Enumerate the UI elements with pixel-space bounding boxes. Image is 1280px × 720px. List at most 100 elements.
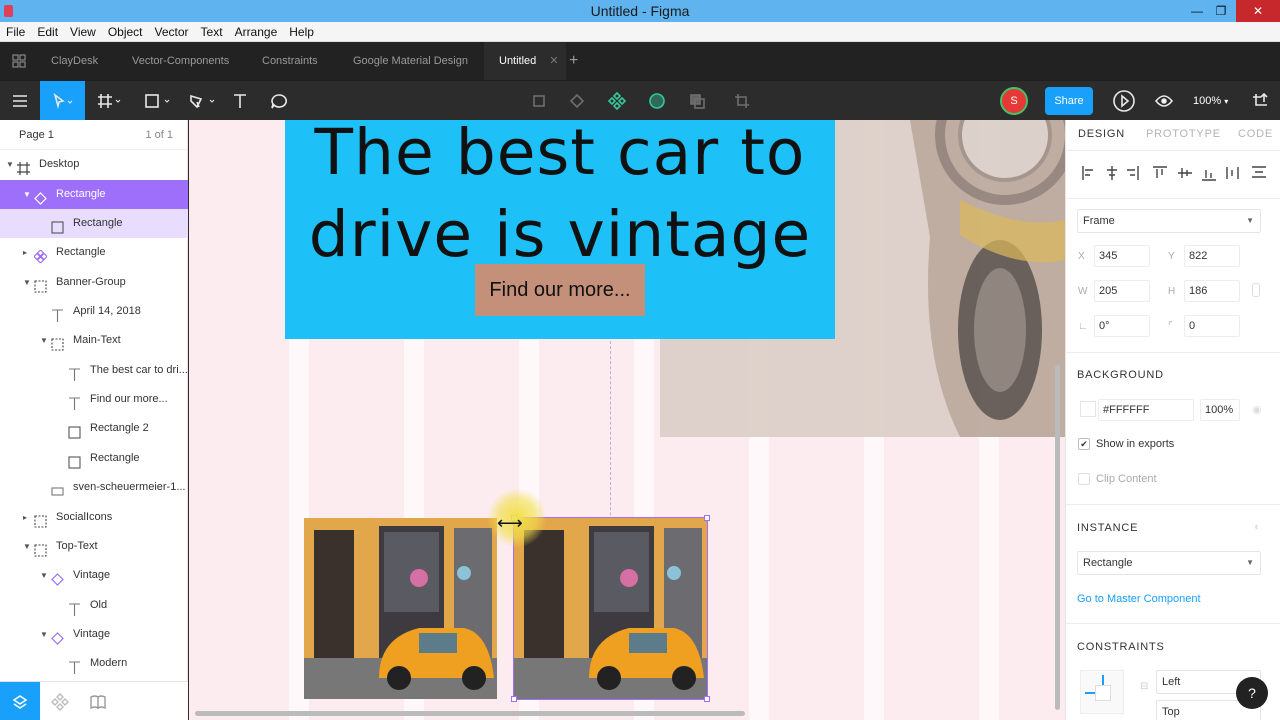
caret-collapsed-icon[interactable]: ▸ [23, 238, 27, 267]
tab-code[interactable]: CODE [1238, 128, 1273, 140]
grid-menu-icon[interactable] [12, 42, 26, 80]
resize-handle-bottom-right[interactable] [704, 696, 710, 702]
frame-tool-icon[interactable] [90, 81, 130, 121]
x-field[interactable]: 345 [1094, 245, 1150, 267]
layer-row[interactable]: ▸ Rectangle [0, 238, 188, 267]
library-book-icon[interactable] [78, 682, 118, 720]
layers-stack-icon[interactable] [686, 81, 708, 121]
help-icon[interactable]: ? [1236, 677, 1268, 709]
page-header[interactable]: Page 1 1 of 1 [0, 120, 187, 150]
constraints-widget[interactable] [1080, 670, 1124, 714]
layer-row[interactable]: ▸ SocialIcons [0, 503, 188, 532]
menu-text[interactable]: Text [195, 22, 229, 42]
constraint-left-indicator[interactable] [1085, 692, 1095, 694]
layer-row[interactable]: April 14, 2018 [0, 297, 188, 326]
canvas-vertical-scrollbar[interactable] [1055, 365, 1060, 710]
constrain-proportions-icon[interactable] [1252, 283, 1260, 297]
caret-expanded-icon[interactable]: ▼ [23, 268, 31, 297]
caret-expanded-icon[interactable]: ▼ [6, 150, 14, 179]
background-hex-field[interactable]: #FFFFFF [1098, 399, 1194, 421]
canvas-horizontal-scrollbar[interactable] [195, 711, 745, 716]
menu-edit[interactable]: Edit [31, 22, 64, 42]
design-canvas[interactable]: The best car to drive is vintage Find ou… [189, 120, 1065, 720]
caret-expanded-icon[interactable]: ▼ [23, 180, 31, 209]
visibility-eye-icon[interactable]: ◉ [1252, 403, 1262, 416]
corner-radius-field[interactable]: 0 [1184, 315, 1240, 337]
rectangle-tool-icon[interactable] [137, 81, 177, 121]
instance-options-icon[interactable]: ◐ [1254, 521, 1261, 533]
present-play-icon[interactable] [1110, 81, 1138, 121]
layer-row[interactable]: ▼ Desktop [0, 150, 188, 179]
tab-google-material-design[interactable]: Google Material Design [353, 42, 468, 80]
banner-headline[interactable]: The best car to drive is vintage [285, 120, 835, 276]
components-tab-icon[interactable] [40, 682, 80, 720]
banner-rectangle[interactable]: The best car to drive is vintage Find ou… [285, 120, 835, 339]
menu-arrange[interactable]: Arrange [229, 22, 284, 42]
layer-row[interactable]: ▼ Top-Text [0, 532, 188, 561]
layer-row[interactable]: ▼ Rectangle [0, 180, 188, 209]
share-button[interactable]: Share [1045, 87, 1093, 115]
layer-row[interactable]: Rectangle [0, 209, 188, 238]
layer-row[interactable]: Rectangle 2 [0, 414, 188, 443]
layer-row[interactable]: Old [0, 591, 188, 620]
layer-row[interactable]: ▼ Vintage [0, 620, 188, 649]
resize-handle-top-right[interactable] [704, 515, 710, 521]
create-component-icon[interactable] [606, 81, 628, 121]
go-to-master-component-link[interactable]: Go to Master Component [1077, 593, 1201, 605]
rotation-field[interactable]: 0° [1094, 315, 1150, 337]
tab-vector-components[interactable]: Vector-Components [132, 42, 229, 80]
tab-claydesk[interactable]: ClayDesk [51, 42, 98, 80]
pen-tool-icon[interactable] [182, 81, 222, 121]
zoom-level[interactable]: 100% ▾ [1193, 81, 1228, 121]
layer-row[interactable]: sven-scheuermeier-1... [0, 473, 188, 502]
menu-vector[interactable]: Vector [149, 22, 195, 42]
layer-row[interactable]: ▼ Vintage [0, 561, 188, 590]
layer-row[interactable]: ▼ Banner-Group [0, 268, 188, 297]
layer-row[interactable]: Rectangle [0, 444, 188, 473]
component-frame-icon[interactable] [528, 81, 550, 121]
constraint-top-indicator[interactable] [1102, 675, 1104, 685]
menu-help[interactable]: Help [283, 22, 320, 42]
maximize-button[interactable]: ❐ [1206, 0, 1236, 22]
menu-file[interactable]: File [0, 22, 31, 42]
tab-untitled[interactable]: Untitled ✕ [484, 42, 566, 80]
resize-handle-bottom-left[interactable] [511, 696, 517, 702]
layers-tab-icon[interactable] [0, 682, 40, 720]
menu-view[interactable]: View [64, 22, 102, 42]
tab-constraints[interactable]: Constraints [262, 42, 318, 80]
caret-expanded-icon[interactable]: ▼ [40, 620, 48, 649]
crop-icon[interactable] [731, 81, 753, 121]
tab-design[interactable]: DESIGN [1078, 128, 1125, 140]
background-opacity-field[interactable]: 100% [1200, 399, 1240, 421]
clip-content-checkbox[interactable] [1078, 473, 1090, 485]
background-swatch[interactable] [1080, 401, 1096, 417]
layer-row[interactable]: Modern [0, 649, 188, 678]
comment-tool-icon[interactable] [264, 81, 294, 121]
menu-object[interactable]: Object [102, 22, 149, 42]
y-field[interactable]: 822 [1184, 245, 1240, 267]
move-tool-icon[interactable] [40, 81, 85, 121]
tab-prototype[interactable]: PROTOTYPE [1146, 128, 1221, 140]
caret-collapsed-icon[interactable]: ▸ [23, 503, 27, 532]
layer-row[interactable]: Find our more... [0, 385, 188, 414]
add-tab-icon[interactable]: + [569, 42, 578, 80]
view-eye-icon[interactable] [1152, 81, 1176, 121]
caret-expanded-icon[interactable]: ▼ [23, 532, 31, 561]
show-in-exports-checkbox[interactable]: ✔ [1078, 438, 1090, 450]
caret-expanded-icon[interactable]: ▼ [40, 326, 48, 355]
boolean-icon[interactable] [566, 81, 588, 121]
layer-row[interactable]: The best car to dri... [0, 356, 188, 385]
car-image-left[interactable] [304, 518, 497, 699]
caret-expanded-icon[interactable]: ▼ [40, 561, 48, 590]
height-field[interactable]: 186 [1184, 280, 1240, 302]
user-avatar[interactable]: S [1000, 87, 1028, 115]
text-tool-icon[interactable] [225, 81, 255, 121]
cta-find-our-more[interactable]: Find our more... [475, 264, 645, 316]
instance-select[interactable]: Rectangle ▼ [1077, 551, 1261, 575]
mask-icon[interactable] [646, 81, 668, 121]
frame-type-select[interactable]: Frame ▼ [1077, 209, 1261, 233]
resize-frame-icon[interactable] [1248, 81, 1272, 121]
car-image-right-selected[interactable] [513, 517, 708, 700]
close-tab-icon[interactable]: ✕ [549, 55, 558, 67]
close-window-button[interactable]: ✕ [1236, 0, 1280, 22]
